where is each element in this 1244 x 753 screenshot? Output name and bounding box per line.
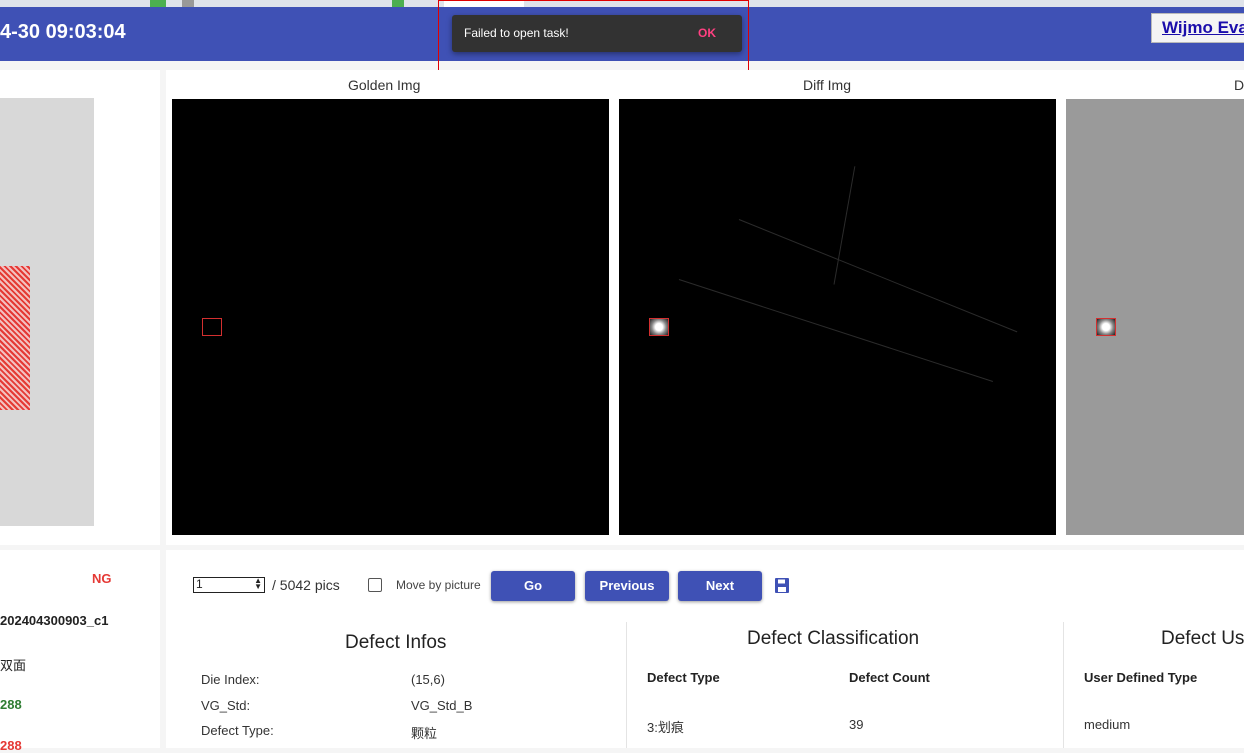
- defect-type-value: 颗粒: [411, 726, 438, 741]
- inspection-side: 双面: [0, 658, 27, 673]
- defect-count-header: Defect Count: [849, 670, 930, 685]
- save-icon[interactable]: [775, 578, 789, 593]
- previous-button[interactable]: Previous: [585, 571, 669, 601]
- brand-link[interactable]: Wijmo Eva: [1151, 13, 1244, 43]
- defect-marker: [1096, 318, 1116, 336]
- defect-image[interactable]: [1066, 99, 1244, 535]
- wafer-map-panel: [0, 70, 160, 545]
- wafer-map[interactable]: [0, 98, 94, 526]
- scratch-line: [678, 279, 994, 382]
- task-id: 202404300903_c1: [0, 613, 109, 628]
- defect-img-title: D: [1234, 77, 1244, 93]
- next-button[interactable]: Next: [678, 571, 762, 601]
- image-compare-panel: Golden Img Diff Img D: [166, 70, 1244, 545]
- page-number-value: 1: [196, 577, 203, 591]
- page-number-input[interactable]: 1 ▲ ▼: [193, 577, 265, 593]
- defect-marker: [202, 318, 222, 336]
- browser-tab-icon[interactable]: [182, 0, 194, 7]
- defect-infos-title: Defect Infos: [345, 632, 447, 653]
- result-badge: NG: [92, 571, 112, 586]
- header-datetime: 4-30 09:03:04: [0, 21, 126, 43]
- vg-std-value: VG_Std_B: [411, 698, 473, 713]
- scratch-line: [833, 166, 856, 285]
- wafer-defect-region: [0, 266, 30, 410]
- scratch-line: [738, 219, 1018, 333]
- vg-std-label: VG_Std:: [201, 698, 251, 713]
- user-defined-type-cell: medium: [1084, 717, 1131, 732]
- defect-marker: [649, 318, 669, 336]
- browser-tab-icon[interactable]: [392, 0, 404, 7]
- defect-classification-title: Defect Classification: [747, 628, 920, 649]
- move-by-picture-checkbox[interactable]: [368, 578, 382, 592]
- golden-img-title: Golden Img: [348, 77, 421, 93]
- golden-image[interactable]: [172, 99, 609, 535]
- good-count: 288: [0, 697, 22, 712]
- go-button[interactable]: Go: [491, 571, 575, 601]
- diff-image[interactable]: [619, 99, 1056, 535]
- bad-count: 288: [0, 738, 22, 753]
- die-index-label: Die Index:: [201, 672, 260, 687]
- section-divider: [1063, 622, 1064, 748]
- defect-type-label: Defect Type:: [201, 723, 274, 738]
- classification-type-cell: 3:划痕: [647, 720, 684, 735]
- diff-img-title: Diff Img: [803, 77, 851, 93]
- defect-user-title: Defect Us: [1161, 628, 1244, 649]
- page-stepper-icon[interactable]: ▲ ▼: [254, 577, 262, 591]
- move-by-picture-label: Move by picture: [396, 578, 481, 592]
- defect-type-header: Defect Type: [647, 670, 720, 685]
- total-pics: / 5042 pics: [272, 577, 340, 593]
- task-info-panel: [0, 550, 160, 748]
- browser-tab-icon[interactable]: [150, 0, 166, 7]
- section-divider: [626, 622, 627, 748]
- die-index-value: (15,6): [411, 672, 445, 687]
- user-defined-type-header: User Defined Type: [1084, 670, 1198, 685]
- classification-count-cell: 39: [849, 717, 864, 732]
